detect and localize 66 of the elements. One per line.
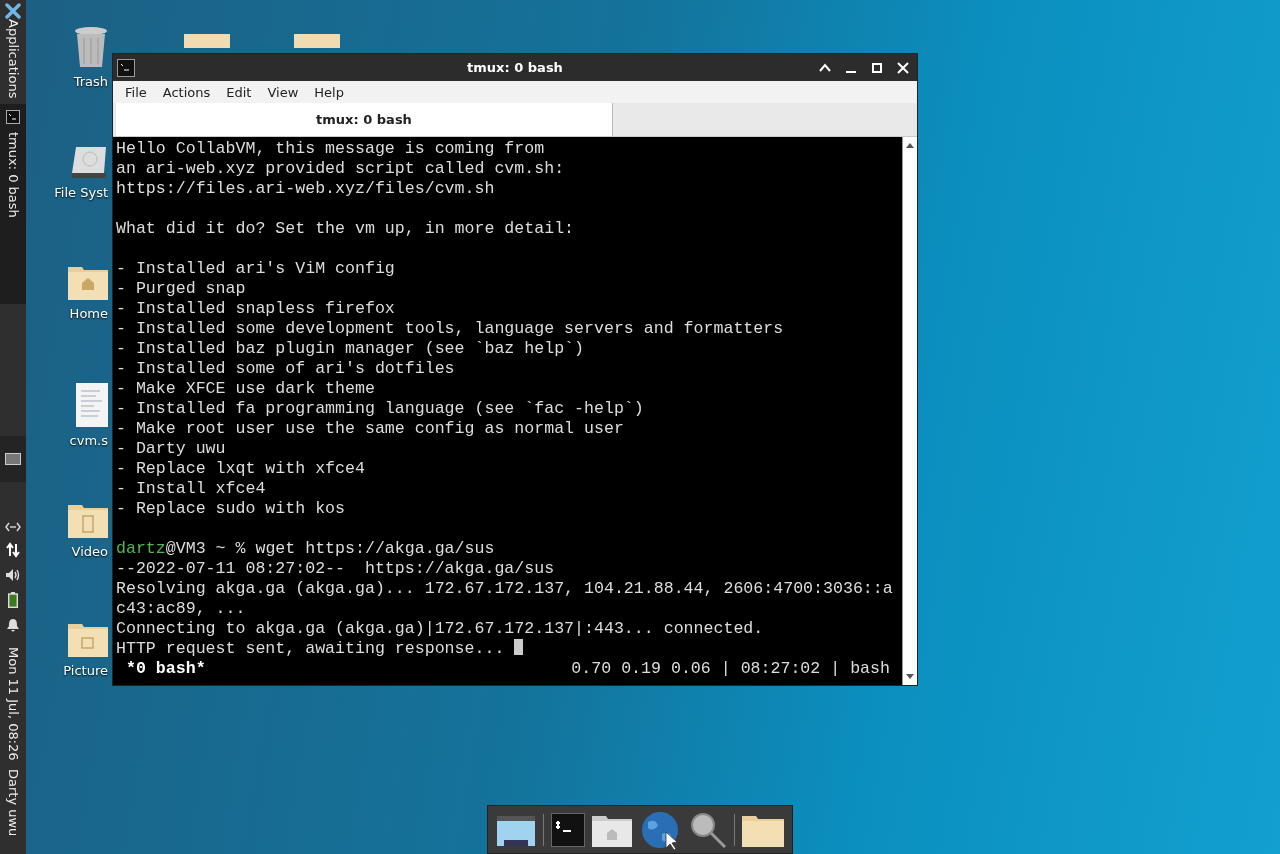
terminal-icon[interactable]	[551, 812, 586, 847]
tmux-window-name: *0 bash*	[126, 659, 206, 679]
terminal-tab[interactable]: tmux: 0 bash	[116, 103, 613, 136]
shade-icon[interactable]	[819, 61, 831, 74]
home-folder-icon[interactable]	[68, 264, 108, 300]
hard-drive-icon[interactable]	[70, 145, 108, 179]
user-name[interactable]: Darty uwu	[5, 769, 21, 837]
workspace-icon[interactable]	[5, 453, 21, 466]
terminal-line: - Installed some of ari's dotfiles	[116, 359, 455, 378]
menu-item[interactable]: Edit	[218, 84, 260, 100]
terminal-line: - Replace lxqt with xfce4	[116, 459, 365, 478]
terminal-line: - Installed baz plugin manager (see `baz help`)	[116, 339, 585, 358]
desktop-icon-label[interactable]: Home	[69, 306, 108, 321]
volume-icon[interactable]	[5, 568, 21, 583]
cursor	[514, 639, 524, 655]
prompt-user: dartz	[116, 539, 166, 558]
terminal-line: What did it do? Set the vm up, in more detail:	[116, 219, 575, 238]
scroll-up-icon[interactable]	[905, 141, 915, 149]
menu-item[interactable]: View	[259, 84, 307, 100]
desktop-icon-label[interactable]: cvm.s	[69, 433, 108, 448]
terminal-line: - Installed snapless firefox	[116, 299, 395, 318]
terminal-line: - Installed ari's ViM config	[116, 259, 395, 278]
terminal-line: - Installed some development tools, language servers and formatters	[116, 319, 784, 338]
window-title: tmux: 0 bash	[467, 60, 563, 75]
network-icon[interactable]	[5, 522, 21, 533]
terminal-line: Connecting to akga.ga (akga.ga)|172.67.172.137|:443... connected.	[116, 619, 764, 638]
desktop-icon-label[interactable]: Picture	[63, 663, 108, 678]
globe-icon[interactable]	[639, 809, 680, 850]
battery-icon[interactable]	[8, 592, 18, 609]
notification-bell-icon[interactable]	[6, 618, 20, 634]
app-menu-icon[interactable]	[5, 3, 21, 19]
terminal-line: - Make root user use the same config as normal user	[116, 419, 624, 438]
terminal-line: an ari-web.xyz provided script called cvm.sh:	[116, 159, 565, 178]
desktop-icon-label[interactable]: Trash	[73, 74, 108, 89]
terminal-line: - Install xfce4	[116, 479, 266, 498]
terminal-line: HTTP request sent, awaiting response...	[116, 639, 506, 658]
desktop-icon-label[interactable]: File Syst	[54, 185, 108, 200]
terminal-line: https://files.ari-web.xyz/files/cvm.sh	[116, 179, 495, 198]
terminal-icon	[6, 110, 20, 125]
terminal-line: - Darty uwu	[116, 439, 226, 458]
taskbar-button[interactable]: tmux: 0 bash	[0, 104, 26, 305]
transfer-arrows-icon[interactable]	[5, 542, 21, 559]
scrollbar[interactable]	[902, 137, 917, 685]
clock[interactable]: Mon 11 Jul, 08:26	[5, 647, 21, 762]
close-icon[interactable]	[897, 61, 909, 74]
scroll-down-icon[interactable]	[905, 673, 915, 681]
tmux-status: 0.70 0.19 0.06 | 08:27:02 | bash	[571, 659, 890, 679]
terminal-line: Resolving akga.ga (akga.ga)... 172.67.172.137, 104.21.88.44, 2606:4700:3036::a	[116, 579, 893, 598]
terminal-line: - Replace sudo with kos	[116, 499, 346, 518]
trash-icon[interactable]	[74, 26, 108, 68]
menu-item[interactable]: Actions	[154, 84, 219, 100]
film-folder-icon[interactable]	[68, 502, 108, 538]
terminal-line: - Make XFCE use dark theme	[116, 379, 375, 398]
terminal-line: - Purged snap	[116, 279, 246, 298]
terminal-icon	[117, 58, 135, 77]
terminal-line: c43:ac89, ...	[116, 599, 246, 618]
terminal-line: - Installed fa programming language (see `fac -help`)	[116, 399, 644, 418]
pictures-folder-icon[interactable]	[68, 621, 108, 657]
maximize-icon[interactable]	[871, 61, 883, 74]
applications-menu[interactable]: Applications	[5, 19, 21, 99]
menu-item[interactable]: Help	[306, 84, 352, 100]
terminal-line: @VM3 ~ % wget https://akga.ga/sus	[165, 539, 495, 558]
desktop-icon-label[interactable]: Video	[71, 544, 108, 559]
terminal-line: --2022-07-11 08:27:02-- https://akga.ga/sus	[116, 559, 555, 578]
terminal-line: Hello CollabVM, this message is coming from	[116, 139, 545, 158]
menu-item[interactable]: File	[117, 84, 155, 100]
